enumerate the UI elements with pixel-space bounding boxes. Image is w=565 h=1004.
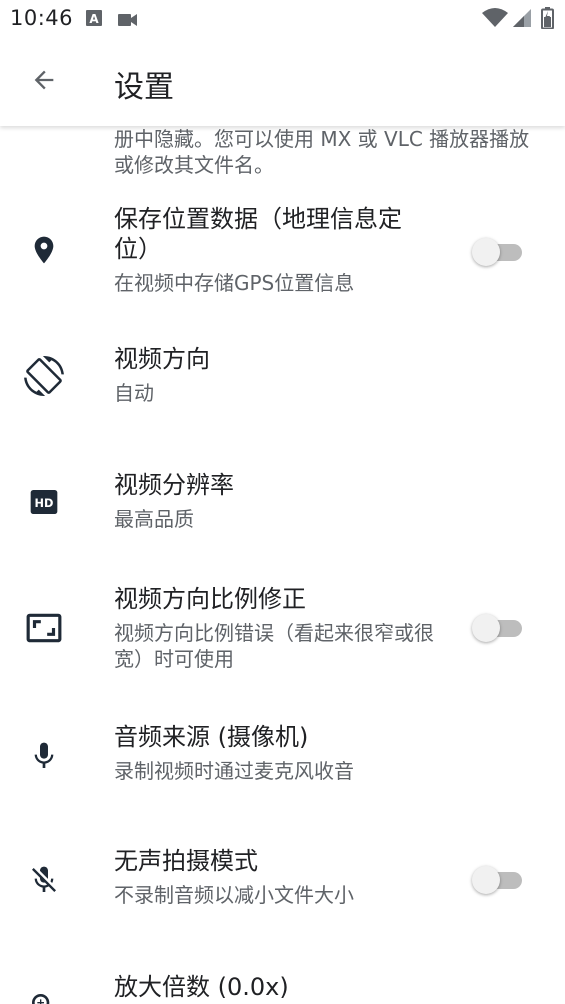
setting-summary: 最高品质 (114, 507, 194, 531)
wifi-icon (482, 8, 508, 32)
svg-text:HD: HD (35, 496, 54, 510)
setting-summary: 视频方向比例错误（看起来很窄或很宽）时可使用 (114, 621, 434, 671)
arrow-back-icon (30, 66, 58, 98)
setting-title: 视频方向 (114, 345, 210, 373)
setting-video-orientation[interactable]: 视频方向 自动 (0, 332, 565, 432)
setting-save-location[interactable]: 保存位置数据（地理信息定位） 在视频中存储GPS位置信息 (0, 192, 565, 312)
setting-title: 视频分辨率 (114, 471, 234, 499)
setting-title: 保存位置数据（地理信息定位） (114, 205, 402, 263)
app-bar: 设置 (0, 38, 565, 126)
back-button[interactable] (14, 52, 74, 112)
setting-aspect-ratio-fix[interactable]: 视频方向比例修正 视频方向比例错误（看起来很窄或很宽）时可使用 (0, 574, 565, 694)
signal-icon (512, 8, 532, 32)
setting-title: 放大倍数 (0.0x) (114, 973, 289, 1001)
previous-item-summary: 册中隐藏。您可以使用 MX 或 VLC 播放器播放或修改其文件名。 (114, 127, 530, 177)
setting-title: 无声拍摄模式 (114, 847, 258, 875)
switch-thumb (472, 614, 500, 642)
screen-rotation-icon (22, 354, 66, 398)
notification-a-icon: A (86, 10, 102, 30)
switch-thumb (472, 238, 500, 266)
battery-icon (541, 7, 554, 33)
setting-audio-source[interactable]: 音频来源 (摄像机) 录制视频时通过麦克风收音 (0, 710, 565, 810)
setting-video-resolution[interactable]: HD 视频分辨率 最高品质 (0, 458, 565, 558)
setting-title: 音频来源 (摄像机) (114, 723, 309, 751)
save-location-switch[interactable] (472, 234, 524, 270)
setting-zoom[interactable]: 放大倍数 (0.0x) (0, 960, 565, 1004)
video-camera-icon (118, 12, 138, 31)
status-time: 10:46 (10, 6, 74, 30)
status-bar: 10:46 A (0, 0, 565, 38)
silent-mode-switch[interactable] (472, 862, 524, 898)
microphone-off-icon (22, 858, 66, 902)
hd-icon: HD (22, 480, 66, 524)
setting-summary: 录制视频时通过麦克风收音 (114, 759, 354, 783)
svg-text:A: A (89, 12, 99, 26)
page-title: 设置 (114, 70, 174, 105)
setting-silent-mode[interactable]: 无声拍摄模式 不录制音频以减小文件大小 (0, 834, 565, 934)
zoom-in-icon (22, 984, 66, 1004)
switch-thumb (472, 866, 500, 894)
setting-summary: 自动 (114, 381, 154, 405)
aspect-ratio-switch[interactable] (472, 610, 524, 646)
setting-summary: 不录制音频以减小文件大小 (114, 883, 354, 907)
settings-list[interactable]: 册中隐藏。您可以使用 MX 或 VLC 播放器播放或修改其文件名。 保存位置数据… (0, 126, 565, 1004)
aspect-ratio-icon (22, 606, 66, 650)
location-pin-icon (22, 228, 66, 272)
setting-summary: 在视频中存储GPS位置信息 (114, 271, 355, 295)
setting-title: 视频方向比例修正 (114, 585, 306, 613)
microphone-icon (22, 734, 66, 778)
